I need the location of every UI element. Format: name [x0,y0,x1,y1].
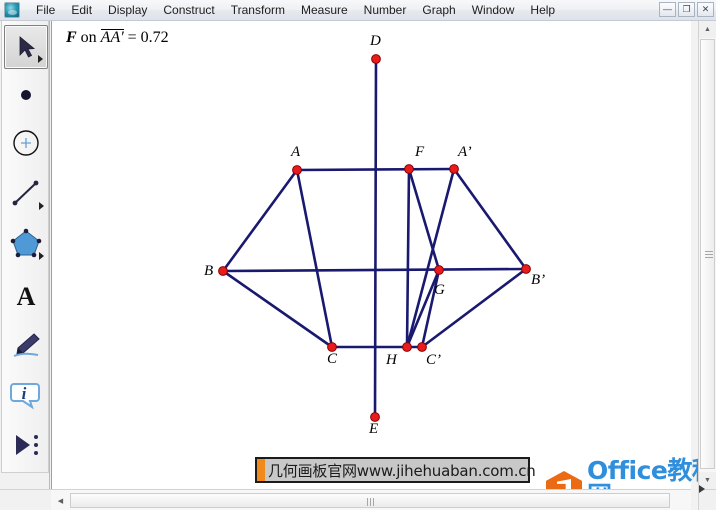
point-Ap[interactable] [449,164,459,174]
menu-bar: File Edit Display Construct Transform Me… [0,0,716,21]
point-label-F[interactable]: F [415,144,424,161]
sketch-canvas-frame: F on AA' = 0.72 D A F A’ B G B’ C H C’ E 几何画板官网www… [51,21,691,489]
menu-item-construct[interactable]: Construct [155,1,222,19]
segment-A-B[interactable] [221,168,299,273]
menu-item-graph[interactable]: Graph [414,1,463,19]
arrow-select-tool[interactable] [4,25,48,69]
menu-item-measure[interactable]: Measure [293,1,356,19]
restore-button[interactable]: ❐ [678,2,695,17]
information-tool[interactable]: i [4,373,48,417]
point-A[interactable] [292,165,302,175]
segment-Ap-H[interactable] [405,167,456,349]
flyout-triangle-icon[interactable] [39,202,44,210]
circle-icon [13,130,39,156]
segment-A-C[interactable] [295,168,334,349]
line-segment-icon [12,180,39,206]
point-label-E[interactable]: E [369,421,378,438]
menu-item-number[interactable]: Number [356,1,415,19]
watermark-textbox[interactable]: 几何画板官网www.jihehuaban.com.cn [255,457,536,483]
point-F[interactable] [404,164,414,174]
pen-icon [13,333,40,357]
geometry-figure [218,54,531,422]
arrow-icon [19,36,36,58]
point-label-G[interactable]: G [434,282,445,299]
point-label-C[interactable]: C [327,351,337,368]
polygon-tool[interactable] [4,221,48,265]
horizontal-scrollbar[interactable]: ◀ [51,489,691,510]
window-controls: — ❐ ✕ [659,2,714,17]
close-button[interactable]: ✕ [697,2,714,17]
point-Cp[interactable] [417,342,427,352]
play-triangle-icon [16,435,38,455]
segment-D-E[interactable] [373,57,378,419]
menu-item-edit[interactable]: Edit [63,1,100,19]
point-G[interactable] [434,265,444,275]
pentagon-icon [10,228,42,258]
point-tool[interactable] [4,73,48,117]
sketch-canvas[interactable]: F on AA' = 0.72 D A F A’ B G B’ C H C’ E 几何画板官网www… [52,21,691,489]
horizontal-scroll-thumb[interactable] [70,493,670,508]
compass-tool[interactable] [4,121,48,165]
bottom-left-pad [0,489,51,510]
flyout-triangle-icon[interactable] [39,252,44,260]
segment-B-C[interactable] [221,269,334,349]
segment-Ap-Bp[interactable] [452,167,528,271]
point-H[interactable] [402,342,412,352]
point-label-H[interactable]: H [386,352,397,369]
point-icon [21,90,31,100]
custom-tool[interactable] [4,423,48,467]
segment-F-H[interactable] [405,167,411,349]
point-label-Bp[interactable]: B’ [531,272,545,289]
menu-item-window[interactable]: Window [464,1,523,19]
point-label-A[interactable]: A [291,144,300,161]
marker-tool[interactable] [4,323,48,367]
minimize-button[interactable]: — [659,2,676,17]
tool-palette: A i [0,21,50,489]
scroll-left-arrow[interactable]: ◀ [52,492,69,509]
tool-palette-column: A i [1,21,49,473]
svg-text:A: A [17,282,36,309]
menu-item-display[interactable]: Display [100,1,155,19]
straightedge-tool[interactable] [4,171,48,215]
point-D[interactable] [371,54,381,64]
vertical-scroll-thumb[interactable] [700,39,715,469]
menu-item-file[interactable]: File [28,1,63,19]
segment-A-Ap[interactable] [295,167,456,172]
segment-B-Bp[interactable] [221,267,528,273]
point-B[interactable] [218,266,228,276]
text-tool[interactable]: A [4,273,48,317]
point-label-Cp[interactable]: C’ [426,352,441,369]
segment-F-G[interactable] [407,167,441,272]
mouse-cursor-icon [699,485,705,493]
point-label-Ap[interactable]: A’ [458,144,472,161]
scroll-grip-icon [705,250,713,258]
flyout-triangle-icon[interactable] [38,55,43,63]
menu-item-transform[interactable]: Transform [223,1,293,19]
menu-item-help[interactable]: Help [522,1,563,19]
info-balloon-icon: i [10,383,40,410]
svg-text:i: i [22,384,27,403]
letter-a-icon: A [17,282,36,309]
scroll-grip-icon [366,498,374,506]
sketchpad-window: File Edit Display Construct Transform Me… [0,0,716,510]
vertical-scrollbar[interactable]: ▲ ▼ [698,21,716,489]
watermark-accent-bar [257,459,265,481]
scroll-up-arrow[interactable]: ▲ [699,21,716,38]
point-label-B[interactable]: B [204,263,213,280]
point-label-D[interactable]: D [370,33,381,50]
watermark-text: 几何画板官网www.jihehuaban.com.cn [268,461,536,480]
sketchpad-icon [4,2,20,18]
point-Bp[interactable] [521,264,531,274]
